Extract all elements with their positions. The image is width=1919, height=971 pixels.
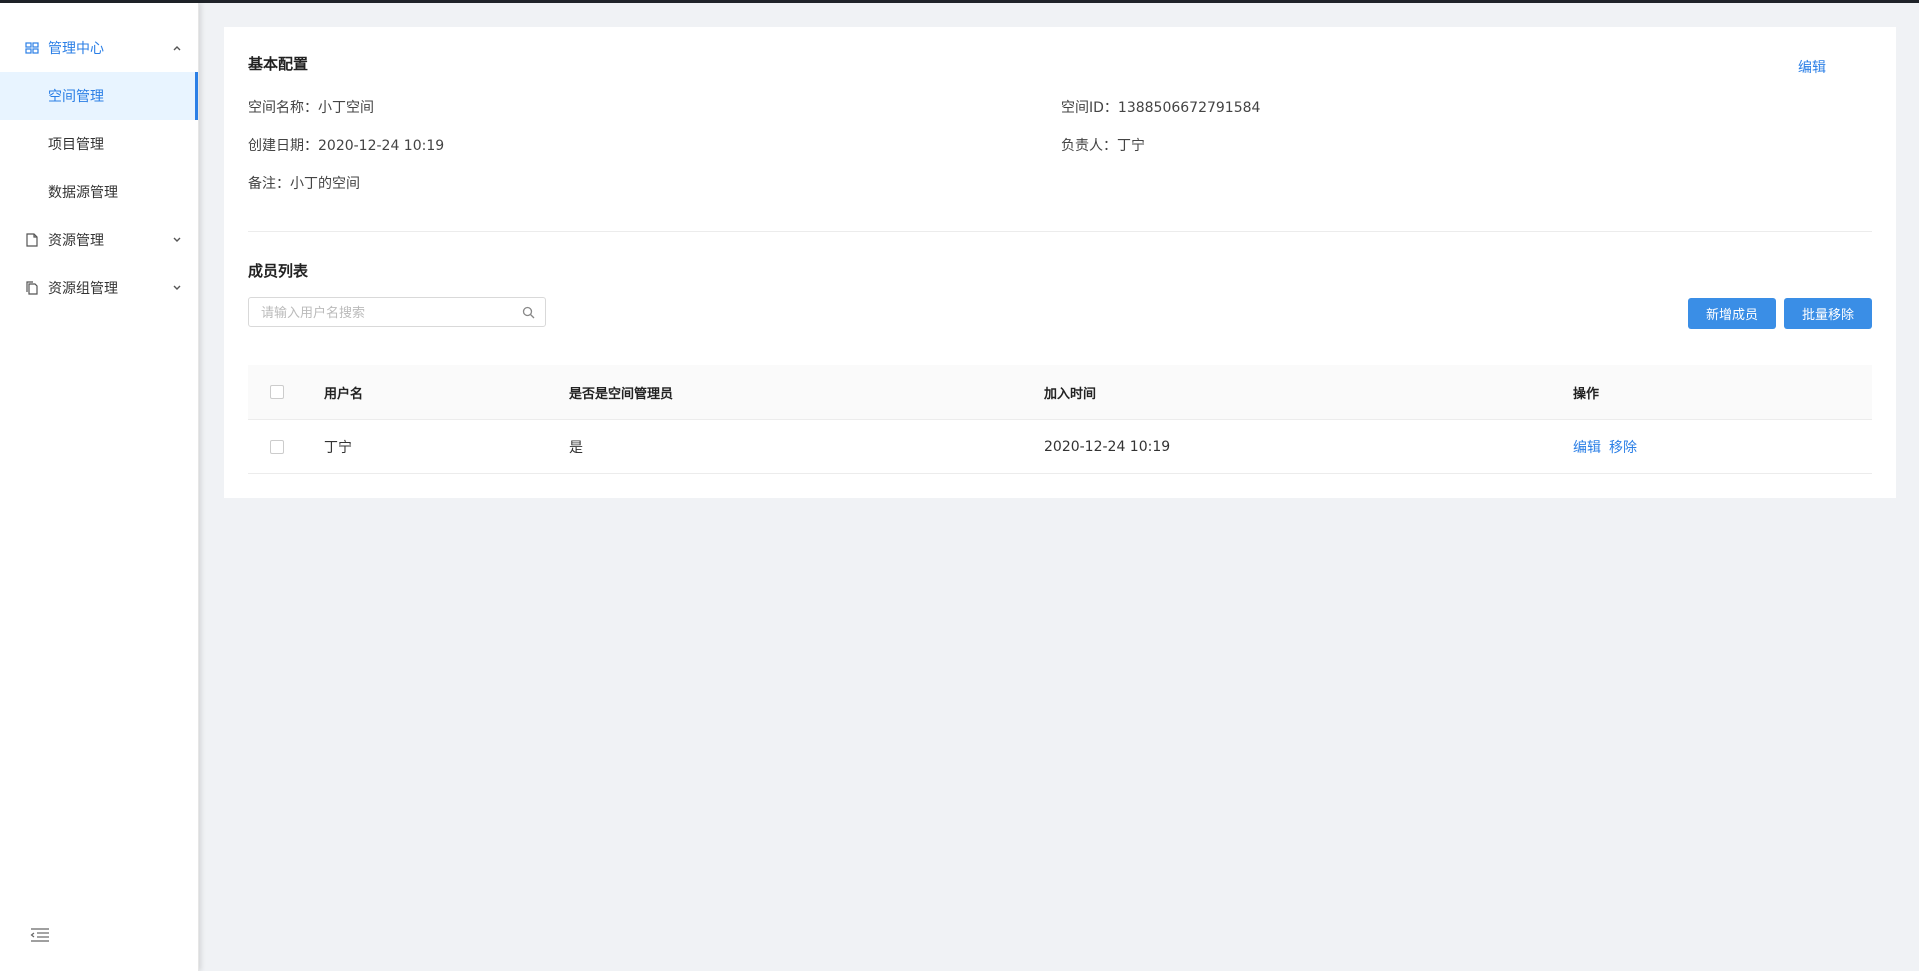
sidebar-item-label: 数据源管理 [48, 185, 118, 201]
member-search-input[interactable] [259, 303, 513, 323]
table-header: 用户名 是否是空间管理员 加入时间 操作 [248, 365, 1872, 420]
member-search-box [248, 297, 546, 327]
sidebar-item-datasource-management[interactable]: 数据源管理 [0, 168, 198, 216]
member-list-title: 成员列表 [248, 262, 309, 280]
edit-basic-config-link[interactable]: 编辑 [1798, 57, 1826, 77]
cell-is-admin: 是 [569, 439, 583, 456]
space-name-field: 空间名称：小丁空间 [248, 100, 374, 116]
cell-actions: 编辑 移除 [1573, 420, 1637, 473]
edit-member-link[interactable]: 编辑 [1573, 437, 1601, 457]
remark-field: 备注：小丁的空间 [248, 176, 360, 192]
sidebar-item-label: 空间管理 [48, 89, 104, 105]
column-header-joined: 加入时间 [1044, 386, 1097, 402]
batch-remove-button[interactable]: 批量移除 [1784, 298, 1872, 329]
cell-joined: 2020-12-24 10:19 [1044, 438, 1171, 455]
cell-username: 丁宁 [324, 439, 352, 456]
member-table: 用户名 是否是空间管理员 加入时间 操作 丁宁 是 2020-12-24 10:… [248, 365, 1872, 474]
chevron-down-icon [173, 237, 181, 242]
menu-group-management-center[interactable]: 管理中心 [0, 24, 198, 72]
menu-group-label: 资源管理 [48, 233, 104, 249]
top-bar [0, 0, 1919, 3]
header-checkbox-cell [270, 365, 284, 419]
column-header-is-admin: 是否是空间管理员 [569, 386, 674, 402]
search-icon[interactable] [522, 306, 535, 319]
owner-field: 负责人：丁宁 [1061, 138, 1145, 154]
row-checkbox[interactable] [270, 439, 284, 454]
sidebar-item-space-management[interactable]: 空间管理 [0, 72, 198, 120]
basic-config-title: 基本配置 [248, 55, 309, 73]
file-icon [26, 233, 38, 247]
chevron-down-icon [173, 285, 181, 290]
files-icon [26, 281, 38, 295]
grid-icon [25, 42, 39, 54]
column-header-username: 用户名 [324, 386, 364, 402]
space-detail-card: 基本配置 编辑 空间名称：小丁空间 空间ID：1388506672791584 … [224, 27, 1896, 498]
column-header-actions: 操作 [1573, 386, 1600, 402]
chevron-up-icon [173, 46, 181, 51]
table-row: 丁宁 是 2020-12-24 10:19 编辑 移除 [248, 420, 1872, 474]
created-date-field: 创建日期：2020-12-24 10:19 [248, 138, 445, 154]
add-member-button[interactable]: 新增成员 [1688, 298, 1776, 329]
menu-group-resource-management[interactable]: 资源管理 [0, 216, 198, 264]
sidebar-item-project-management[interactable]: 项目管理 [0, 120, 198, 168]
menu-group-label: 资源组管理 [48, 281, 118, 297]
menu-group-label: 管理中心 [48, 41, 104, 57]
select-all-checkbox[interactable] [270, 385, 284, 399]
remove-member-link[interactable]: 移除 [1609, 437, 1637, 457]
sidebar: 管理中心 空间管理 项目管理 数据源管理 资源管理 资源组管理 [0, 3, 199, 971]
menu-group-resource-group-management[interactable]: 资源组管理 [0, 264, 198, 312]
sidebar-item-label: 项目管理 [48, 137, 104, 153]
row-checkbox-cell [270, 420, 284, 473]
section-divider [248, 231, 1872, 232]
menu-fold-icon[interactable] [30, 927, 50, 943]
space-id-field: 空间ID：1388506672791584 [1061, 100, 1261, 116]
